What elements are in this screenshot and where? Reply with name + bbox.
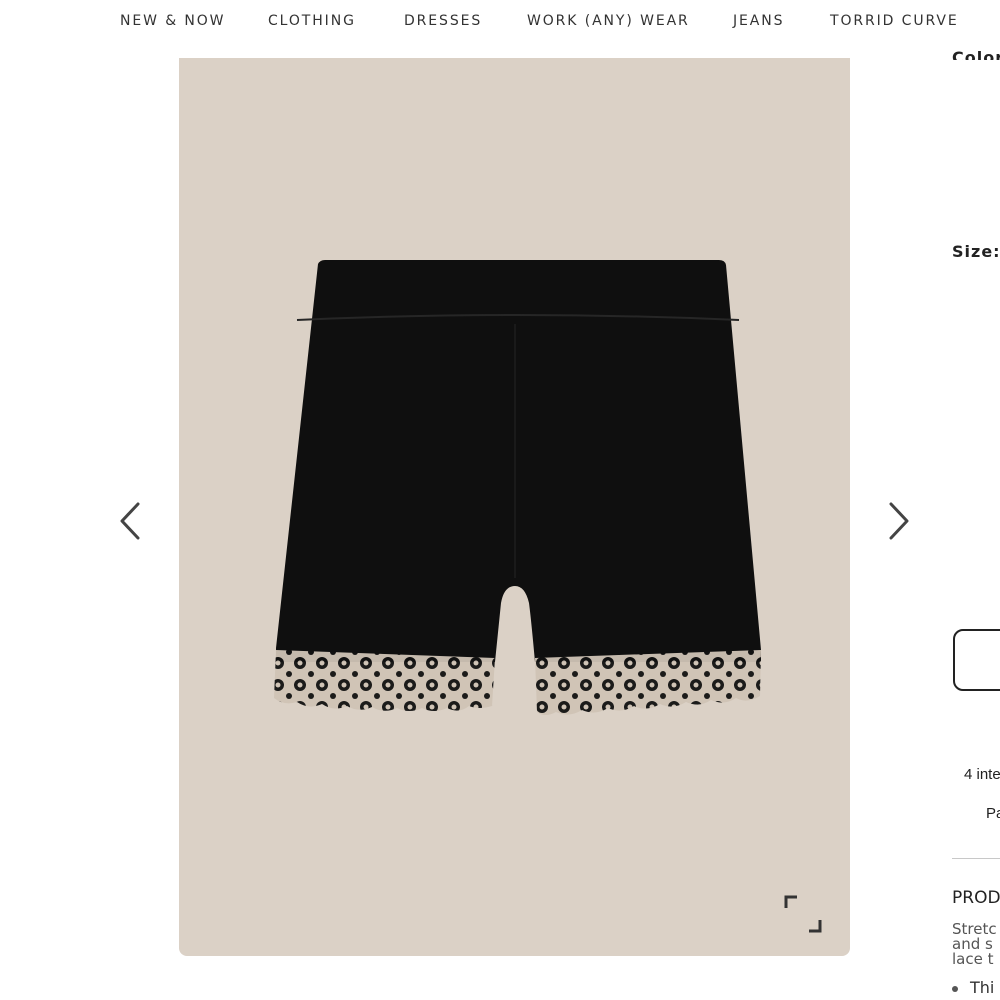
nav-item-jeans[interactable]: JEANS [733, 13, 784, 29]
color-label: Color: [952, 40, 1000, 60]
product-description: Stretc and s lace t [952, 922, 1000, 967]
installments-text: 4 inte [964, 766, 1000, 783]
gallery-next-button[interactable] [884, 499, 912, 543]
expand-icon-graphic [784, 895, 822, 933]
chevron-right-icon [889, 502, 909, 540]
description-line: lace t [952, 950, 994, 967]
feature-bullet-text: Thi [970, 978, 995, 997]
payment-link[interactable]: Pa [986, 805, 1000, 822]
expand-icon[interactable] [783, 894, 823, 934]
nav-item-clothing[interactable]: CLOTHING [268, 13, 356, 29]
product-image [274, 260, 761, 715]
add-to-bag-button[interactable] [953, 629, 1000, 691]
divider [952, 858, 1000, 859]
color-label-text: Color: [952, 48, 1000, 60]
gallery-prev-button[interactable] [117, 499, 145, 543]
product-image-panel[interactable] [179, 58, 850, 956]
nav-item-torrid-curve[interactable]: TORRID CURVE [830, 13, 959, 29]
top-nav: NEW & NOW CLOTHING DRESSES WORK (ANY) WE… [0, 0, 1000, 46]
chevron-left-icon [120, 502, 140, 540]
nav-item-work-any-wear[interactable]: WORK (ANY) WEAR [527, 13, 690, 29]
nav-item-dresses[interactable]: DRESSES [404, 13, 482, 29]
feature-bullet: Thi [952, 978, 994, 997]
nav-item-new-and-now[interactable]: NEW & NOW [120, 13, 225, 29]
size-label: Size: [952, 242, 1000, 261]
product-details-heading[interactable]: PROD [952, 888, 1000, 908]
bullet-dot-icon [952, 985, 958, 992]
